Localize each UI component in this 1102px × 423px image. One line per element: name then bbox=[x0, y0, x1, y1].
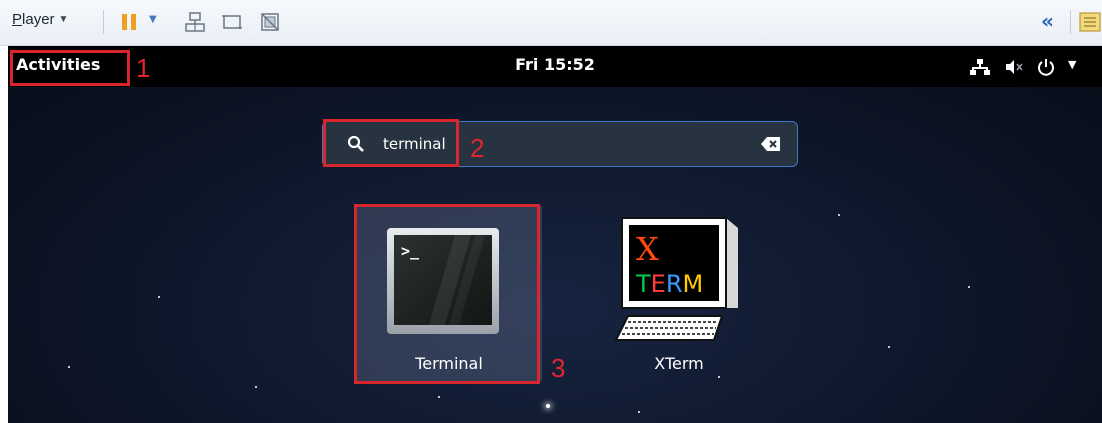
clock-label[interactable]: Fri 15:52 bbox=[8, 55, 1102, 74]
annotation-box-activities bbox=[10, 50, 130, 86]
player-menu-mnemonic: P bbox=[12, 11, 23, 28]
pause-icon[interactable] bbox=[117, 10, 141, 34]
background-star bbox=[888, 346, 890, 348]
background-star bbox=[68, 366, 70, 368]
annotation-number-3: 3 bbox=[551, 353, 566, 383]
xterm-icon: X TERM bbox=[614, 217, 738, 341]
app-result-xterm[interactable]: X TERM XTerm bbox=[586, 206, 772, 381]
unity-mode-icon[interactable] bbox=[258, 10, 282, 34]
send-ctrl-alt-del-icon[interactable] bbox=[183, 10, 207, 34]
collapse-toolbar-icon[interactable]: « bbox=[1041, 9, 1054, 33]
background-star bbox=[838, 214, 840, 216]
guest-screen[interactable]: Activities Fri 15:52 ▼ terminal >_ Termi… bbox=[8, 46, 1102, 423]
toolbar-divider bbox=[1070, 10, 1071, 34]
app-label-xterm: XTerm bbox=[654, 354, 704, 373]
annotation-number-2: 2 bbox=[470, 133, 485, 163]
library-panel-icon[interactable] bbox=[1078, 10, 1102, 34]
background-star bbox=[438, 396, 440, 398]
gnome-top-bar: Activities Fri 15:52 ▼ bbox=[8, 46, 1102, 87]
annotation-box-terminal bbox=[354, 204, 540, 384]
toolbar-divider bbox=[103, 10, 104, 34]
background-star bbox=[546, 404, 550, 408]
pause-options-chevron-icon[interactable]: ▼ bbox=[149, 14, 157, 25]
system-menu-chevron-icon[interactable]: ▼ bbox=[1068, 58, 1076, 71]
player-menu-button[interactable]: Player ▼ bbox=[12, 11, 68, 28]
annotation-number-1: 1 bbox=[136, 53, 151, 83]
xterm-icon-x: X bbox=[636, 230, 659, 268]
vm-player-toolbar: Player ▼ ▼ « bbox=[0, 0, 1102, 46]
annotation-box-search bbox=[323, 119, 459, 167]
chevron-down-icon: ▼ bbox=[58, 14, 69, 25]
background-star bbox=[255, 386, 257, 388]
background-star bbox=[158, 296, 160, 298]
fullscreen-icon[interactable] bbox=[220, 10, 244, 34]
volume-muted-icon[interactable] bbox=[1004, 57, 1024, 77]
background-star bbox=[968, 286, 970, 288]
power-icon[interactable] bbox=[1036, 57, 1056, 77]
background-star bbox=[638, 411, 640, 413]
vm-window: Player ▼ ▼ « Activities Fri 15:52 ▼ term… bbox=[0, 0, 1102, 423]
player-menu-label: layer bbox=[22, 11, 55, 28]
xterm-icon-term: TERM bbox=[635, 270, 703, 298]
clear-search-icon[interactable] bbox=[761, 136, 781, 152]
network-icon[interactable] bbox=[970, 57, 990, 77]
